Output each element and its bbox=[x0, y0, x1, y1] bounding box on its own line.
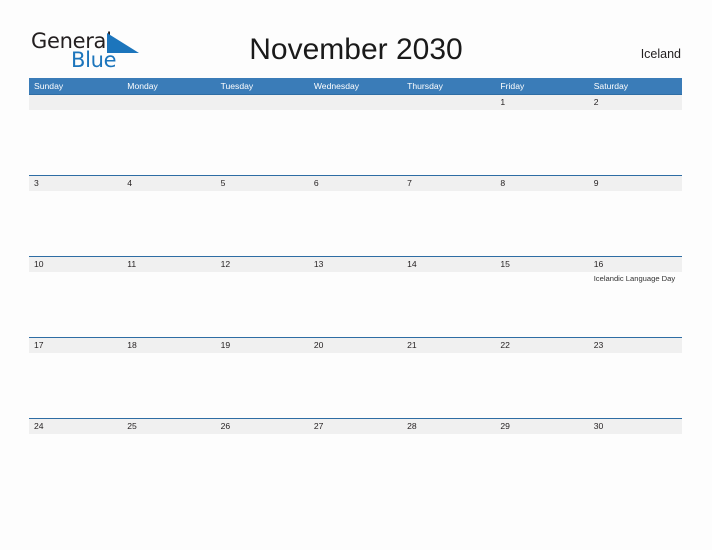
calendar-week-row: 3 4 5 6 7 8 9 bbox=[29, 175, 682, 256]
day-number[interactable]: 13 bbox=[309, 257, 402, 272]
day-number[interactable]: 2 bbox=[589, 95, 682, 110]
day-cell[interactable] bbox=[216, 110, 309, 174]
day-cell[interactable] bbox=[29, 434, 122, 498]
day-cell[interactable] bbox=[29, 191, 122, 255]
day-number[interactable]: 3 bbox=[29, 176, 122, 191]
day-cell-event[interactable]: Icelandic Language Day bbox=[589, 272, 682, 336]
day-number[interactable] bbox=[402, 95, 495, 110]
day-cell[interactable] bbox=[122, 434, 215, 498]
page-header: General Blue November 2030 Iceland bbox=[0, 0, 712, 78]
day-number[interactable] bbox=[122, 95, 215, 110]
day-number[interactable] bbox=[309, 95, 402, 110]
weekday-header-thursday: Thursday bbox=[407, 81, 443, 91]
weekday-header-wednesday: Wednesday bbox=[313, 81, 360, 91]
day-number[interactable]: 24 bbox=[29, 419, 122, 434]
weekday-header-row: Sunday Monday Tuesday Wednesday Thursday… bbox=[29, 78, 682, 94]
day-number[interactable]: 10 bbox=[29, 257, 122, 272]
day-cell[interactable] bbox=[402, 434, 495, 498]
day-number[interactable]: 19 bbox=[216, 338, 309, 353]
day-cell[interactable] bbox=[589, 110, 682, 174]
day-number[interactable] bbox=[29, 95, 122, 110]
weekday-header-tuesday: Tuesday bbox=[220, 81, 254, 91]
weekday-header-saturday: Saturday bbox=[593, 81, 629, 91]
day-number[interactable]: 21 bbox=[402, 338, 495, 353]
day-cell[interactable] bbox=[216, 272, 309, 336]
day-number[interactable]: 28 bbox=[402, 419, 495, 434]
day-number[interactable]: 16 bbox=[589, 257, 682, 272]
day-number[interactable]: 14 bbox=[402, 257, 495, 272]
week-date-band: 10 11 12 13 14 15 16 bbox=[29, 257, 682, 272]
day-number[interactable]: 30 bbox=[589, 419, 682, 434]
day-cell[interactable] bbox=[402, 353, 495, 417]
day-number[interactable]: 11 bbox=[122, 257, 215, 272]
day-number[interactable]: 26 bbox=[216, 419, 309, 434]
day-cell[interactable] bbox=[216, 353, 309, 417]
day-cell[interactable] bbox=[122, 110, 215, 174]
day-number[interactable]: 12 bbox=[216, 257, 309, 272]
day-cell[interactable] bbox=[309, 434, 402, 498]
week-event-body bbox=[29, 353, 682, 417]
week-date-band: 1 2 bbox=[29, 95, 682, 110]
country-label: Iceland bbox=[640, 47, 681, 61]
week-event-body: Icelandic Language Day bbox=[29, 272, 682, 336]
day-cell[interactable] bbox=[122, 353, 215, 417]
day-number[interactable]: 18 bbox=[122, 338, 215, 353]
day-number[interactable]: 23 bbox=[589, 338, 682, 353]
day-cell[interactable] bbox=[29, 110, 122, 174]
day-cell[interactable] bbox=[122, 191, 215, 255]
day-number[interactable]: 20 bbox=[309, 338, 402, 353]
week-event-body bbox=[29, 434, 682, 498]
day-cell[interactable] bbox=[309, 191, 402, 255]
day-number[interactable]: 25 bbox=[122, 419, 215, 434]
day-cell[interactable] bbox=[495, 272, 588, 336]
day-cell[interactable] bbox=[29, 353, 122, 417]
day-cell[interactable] bbox=[495, 191, 588, 255]
day-cell[interactable] bbox=[402, 191, 495, 255]
day-number[interactable] bbox=[216, 95, 309, 110]
week-event-body bbox=[29, 191, 682, 255]
calendar-grid: Sunday Monday Tuesday Wednesday Thursday… bbox=[29, 78, 682, 499]
week-date-band: 17 18 19 20 21 22 23 bbox=[29, 338, 682, 353]
weekday-header-monday: Monday bbox=[127, 81, 158, 91]
day-cell[interactable] bbox=[589, 353, 682, 417]
week-event-body bbox=[29, 110, 682, 174]
week-date-band: 3 4 5 6 7 8 9 bbox=[29, 176, 682, 191]
day-number[interactable]: 15 bbox=[495, 257, 588, 272]
day-cell[interactable] bbox=[495, 434, 588, 498]
day-cell[interactable] bbox=[402, 110, 495, 174]
day-cell[interactable] bbox=[309, 110, 402, 174]
day-number[interactable]: 9 bbox=[589, 176, 682, 191]
day-number[interactable]: 22 bbox=[495, 338, 588, 353]
day-number[interactable]: 17 bbox=[29, 338, 122, 353]
day-number[interactable]: 4 bbox=[122, 176, 215, 191]
day-cell[interactable] bbox=[122, 272, 215, 336]
day-number[interactable]: 8 bbox=[495, 176, 588, 191]
week-date-band: 24 25 26 27 28 29 30 bbox=[29, 419, 682, 434]
weekday-header-sunday: Sunday bbox=[34, 81, 64, 91]
day-cell[interactable] bbox=[29, 272, 122, 336]
day-number[interactable]: 7 bbox=[402, 176, 495, 191]
day-cell[interactable] bbox=[309, 272, 402, 336]
page-title: November 2030 bbox=[249, 33, 463, 66]
calendar-page: General Blue November 2030 Iceland Sunda… bbox=[0, 0, 712, 550]
day-cell[interactable] bbox=[495, 353, 588, 417]
day-cell[interactable] bbox=[589, 191, 682, 255]
day-number[interactable]: 6 bbox=[309, 176, 402, 191]
day-cell[interactable] bbox=[216, 191, 309, 255]
day-number[interactable]: 1 bbox=[495, 95, 588, 110]
day-number[interactable]: 5 bbox=[216, 176, 309, 191]
weekday-header-friday: Friday bbox=[500, 81, 525, 91]
day-cell[interactable] bbox=[495, 110, 588, 174]
day-number[interactable]: 29 bbox=[495, 419, 588, 434]
calendar-week-row: 1 2 bbox=[29, 94, 682, 175]
calendar-week-row: 10 11 12 13 14 15 16 Icelandic Language … bbox=[29, 256, 682, 337]
day-number[interactable]: 27 bbox=[309, 419, 402, 434]
calendar-week-row: 17 18 19 20 21 22 23 bbox=[29, 337, 682, 418]
day-cell[interactable] bbox=[309, 353, 402, 417]
calendar-week-row: 24 25 26 27 28 29 30 bbox=[29, 418, 682, 499]
day-cell[interactable] bbox=[589, 434, 682, 498]
day-event: Icelandic Language Day bbox=[593, 274, 676, 283]
day-cell[interactable] bbox=[402, 272, 495, 336]
day-cell[interactable] bbox=[216, 434, 309, 498]
